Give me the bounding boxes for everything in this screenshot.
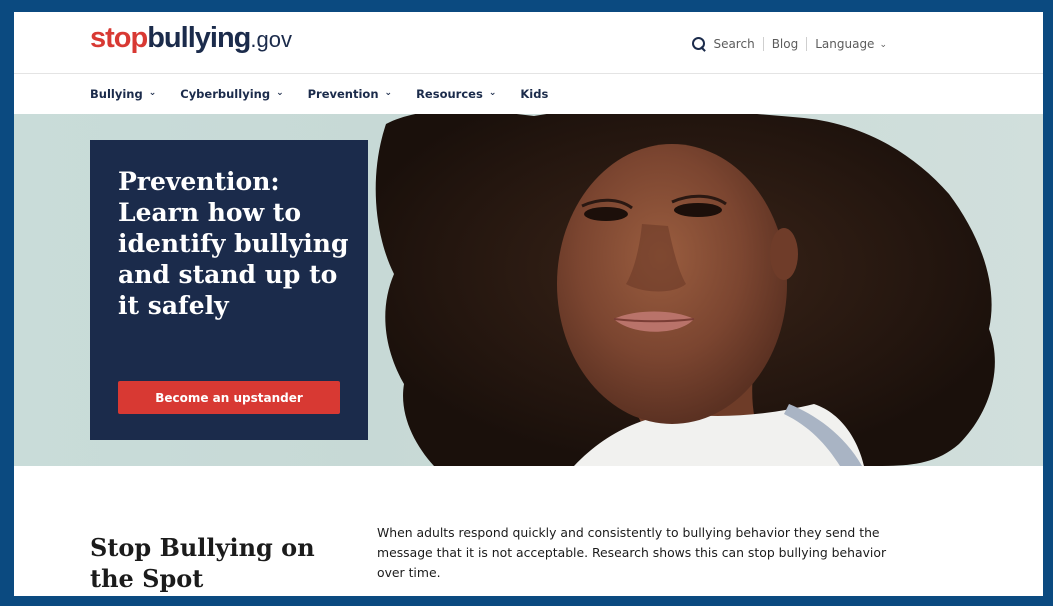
chevron-down-icon: ⌄ — [148, 88, 157, 98]
utility-divider — [806, 37, 808, 51]
search-icon[interactable] — [692, 36, 707, 52]
utility-divider — [762, 37, 764, 51]
hero-title: Prevention: Learn how to identify bullyi… — [118, 167, 349, 320]
nav-item-label: Resources — [416, 87, 483, 101]
language-selector[interactable]: Language ⌄ — [815, 37, 887, 51]
become-upstander-button[interactable]: Become an upstander — [118, 381, 340, 414]
chevron-down-icon: ⌄ — [384, 88, 393, 98]
hero-card: Prevention: Learn how to identify bullyi… — [90, 140, 368, 440]
nav-item-prevention[interactable]: Prevention ⌄ — [308, 87, 392, 101]
utility-nav: Search Blog Language ⌄ — [692, 35, 887, 53]
nav-item-resources[interactable]: Resources ⌄ — [416, 87, 496, 101]
site-header: stopbullying.gov Search Blog Language ⌄ — [14, 12, 1043, 74]
nav-item-label: Prevention — [307, 87, 379, 101]
hero-banner: Prevention: Learn how to identify bullyi… — [14, 114, 1043, 466]
nav-item-bullying[interactable]: Bullying ⌄ — [90, 87, 156, 101]
logo-stop: stop — [90, 22, 148, 54]
logo-bullying: bullying — [147, 22, 251, 54]
nav-item-label: Cyberbullying — [180, 87, 271, 101]
logo-gov: .gov — [250, 27, 292, 52]
nav-item-cyberbullying[interactable]: Cyberbullying ⌄ — [180, 87, 283, 101]
chevron-down-icon: ⌄ — [488, 88, 497, 98]
browser-viewport: stopbullying.gov Search Blog Language ⌄ B… — [14, 12, 1043, 596]
search-link[interactable]: Search — [713, 37, 754, 51]
nav-item-label: Kids — [520, 87, 549, 101]
section-body: When adults respond quickly and consiste… — [377, 525, 887, 580]
section-title: Stop Bullying on the Spot — [90, 533, 315, 593]
blog-link[interactable]: Blog — [772, 37, 799, 51]
nav-item-kids[interactable]: Kids — [520, 87, 548, 101]
main-nav: Bullying ⌄ Cyberbullying ⌄ Prevention ⌄ … — [14, 74, 1043, 114]
chevron-down-icon: ⌄ — [276, 88, 284, 98]
nav-item-label: Bullying — [90, 87, 143, 101]
site-logo[interactable]: stopbullying.gov — [90, 22, 292, 56]
chevron-down-icon: ⌄ — [879, 40, 887, 50]
language-label: Language — [815, 37, 875, 51]
